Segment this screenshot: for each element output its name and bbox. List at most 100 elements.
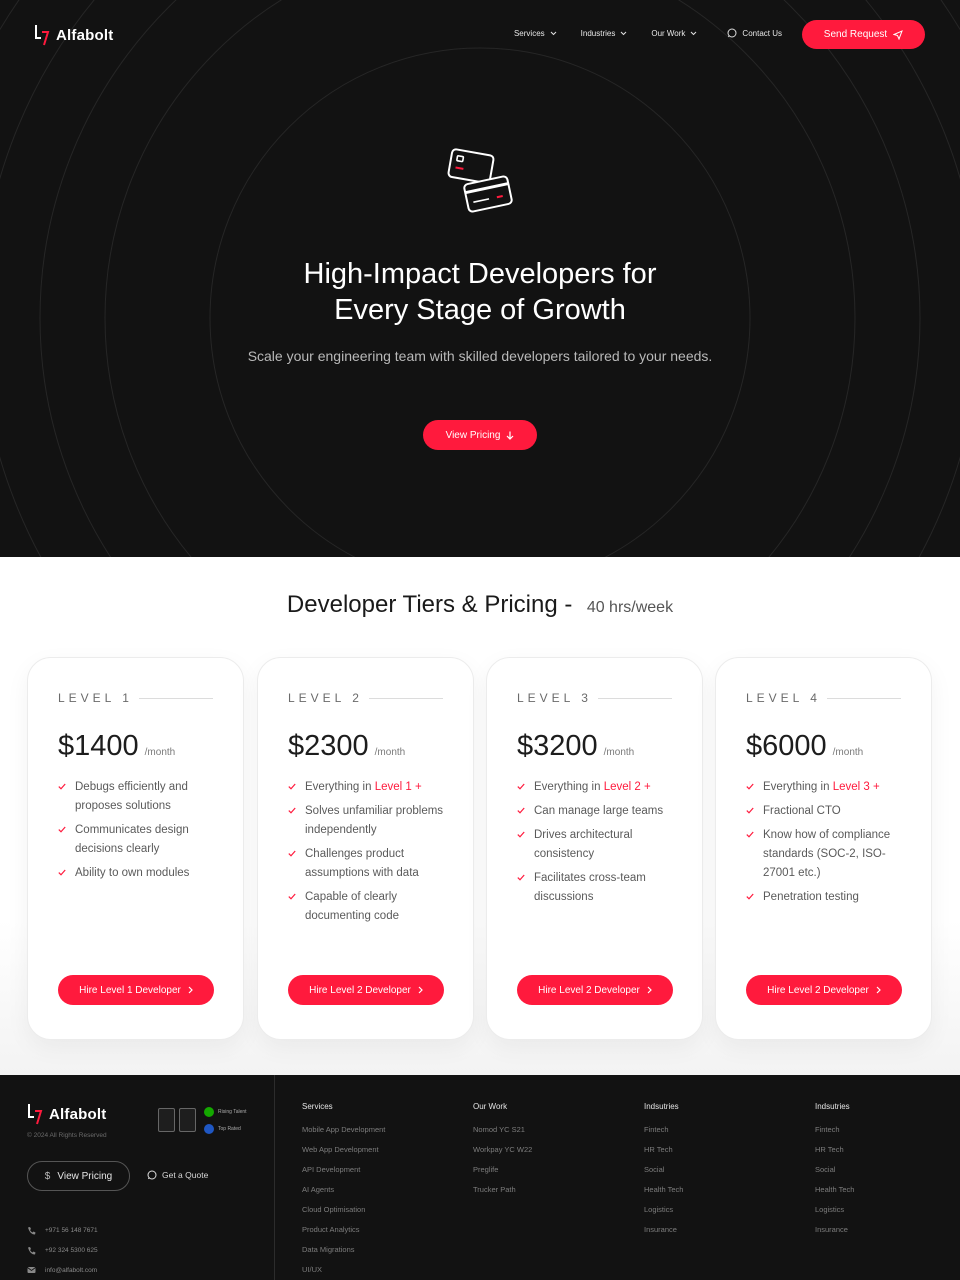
rating-label: Top Rated xyxy=(218,1126,241,1132)
footer-link[interactable]: Logistics xyxy=(815,1205,854,1225)
footer-column-title: Indsutries xyxy=(815,1102,850,1111)
check-icon xyxy=(746,831,754,838)
level-divider xyxy=(368,697,443,699)
logo-mark-icon xyxy=(35,25,50,46)
footer-link[interactable]: Fintech xyxy=(644,1125,683,1145)
platform-ratings: Rising Talent Top Rated xyxy=(204,1107,247,1141)
feature-item: Drives architectural consistency xyxy=(517,826,677,864)
footer-link[interactable]: API Development xyxy=(302,1165,385,1185)
footer-link[interactable]: Preglife xyxy=(473,1165,532,1185)
footer-view-pricing-button[interactable]: $ View Pricing xyxy=(27,1161,130,1191)
get-a-quote-link[interactable]: Get a Quote xyxy=(147,1170,208,1180)
footer-link[interactable]: Health Tech xyxy=(815,1185,854,1205)
footer-copyright: © 2024 All Rights Reserved xyxy=(27,1132,107,1139)
hire-developer-button[interactable]: Hire Level 2 Developer xyxy=(288,975,444,1005)
footer-link[interactable]: Trucker Path xyxy=(473,1185,532,1205)
top-nav: Alfabolt Services Industries Our Work Co… xyxy=(0,0,960,70)
contact-phone-2[interactable]: +92 324 5300 625 xyxy=(27,1245,98,1255)
footer-column-4: Indsutries Fintech HR Tech Social Health Tec… xyxy=(815,1102,854,1245)
footer-link[interactable]: HR Tech xyxy=(815,1145,854,1165)
feature-highlight: Level 1 + xyxy=(374,781,422,793)
check-icon xyxy=(517,874,525,881)
check-icon xyxy=(288,850,296,857)
footer-link[interactable]: Workpay YC W22 xyxy=(473,1145,532,1165)
price-unit: /month xyxy=(603,747,635,758)
nav-item-our-work[interactable]: Our Work xyxy=(651,29,697,38)
nav-item-label: Services xyxy=(513,28,545,38)
footer-contacts: +971 56 148 7671 +92 324 5300 625 info@a… xyxy=(27,1225,98,1280)
footer-divider xyxy=(274,1075,275,1280)
footer-link[interactable]: AI Agents xyxy=(302,1185,385,1205)
footer-link[interactable]: Nomod YC S21 xyxy=(473,1125,532,1145)
feature-highlight: Level 2 + xyxy=(603,781,651,793)
check-icon xyxy=(288,807,296,814)
contact-email[interactable]: info@alfabolt.com xyxy=(27,1265,98,1275)
footer-link[interactable]: UI/UX xyxy=(302,1265,385,1280)
check-icon xyxy=(58,826,66,833)
arrow-down-icon xyxy=(506,431,514,440)
award-badge-icon xyxy=(179,1108,196,1132)
footer-link[interactable]: Fintech xyxy=(815,1125,854,1145)
feature-prefix: Everything in xyxy=(763,781,833,793)
hire-developer-button[interactable]: Hire Level 2 Developer xyxy=(746,975,902,1005)
nav-item-services[interactable]: Services xyxy=(514,29,557,38)
contact-phone-1[interactable]: +971 56 148 7671 xyxy=(27,1225,98,1235)
phone-icon xyxy=(28,1246,36,1254)
footer-link[interactable]: Web App Development xyxy=(302,1145,385,1165)
footer-link[interactable]: Insurance xyxy=(815,1225,854,1245)
price-value: $1400 xyxy=(58,730,139,762)
footer-column-2: Our Work Nomod YC S21 Workpay YC W22 Pregli… xyxy=(473,1102,532,1205)
footer-column-title: Services xyxy=(302,1102,333,1111)
pricing-card-level-1: LEVEL 1 $1400/month Debugs efficiently and… xyxy=(27,657,244,1040)
footer-link[interactable]: Product Analytics xyxy=(302,1225,385,1245)
nav-item-industries[interactable]: Industries xyxy=(581,29,628,38)
feature-text: Know how of compliance standards (SOC-2,… xyxy=(763,829,891,879)
tier-price: $6000/month xyxy=(746,730,863,763)
footer-link[interactable]: Cloud Optimisation xyxy=(302,1205,385,1225)
footer-link[interactable]: Insurance xyxy=(644,1225,683,1245)
footer-link[interactable]: Health Tech xyxy=(644,1185,683,1205)
feature-text: Ability to own modules xyxy=(75,867,190,879)
feature-item: Challenges product assumptions with data xyxy=(288,845,448,883)
footer-link[interactable]: Data Migrations xyxy=(302,1245,385,1265)
feature-item: Solves unfamiliar problems independently xyxy=(288,802,448,840)
view-pricing-button[interactable]: View Pricing xyxy=(423,420,537,450)
nav-item-label: Our Work xyxy=(651,28,686,38)
check-icon xyxy=(58,869,66,876)
rising-talent-icon xyxy=(204,1107,214,1117)
feature-text: Facilitates cross-team discussions xyxy=(534,872,646,903)
hire-button-label: Hire Level 2 Developer xyxy=(767,984,869,996)
footer-link[interactable]: Social xyxy=(815,1165,854,1185)
contact-us-label: Contact Us xyxy=(742,28,782,38)
contact-text: info@alfabolt.com xyxy=(45,1266,98,1274)
footer-link[interactable]: HR Tech xyxy=(644,1145,683,1165)
footer-column-3: Indsutries Fintech HR Tech Social Health Tec… xyxy=(644,1102,683,1245)
hire-developer-button[interactable]: Hire Level 2 Developer xyxy=(517,975,673,1005)
mail-icon xyxy=(27,1267,36,1273)
contact-us-link[interactable]: Contact Us xyxy=(727,28,782,38)
hire-button-label: Hire Level 2 Developer xyxy=(309,984,411,996)
feature-item: Capable of clearly documenting code xyxy=(288,888,448,926)
feature-item: Can manage large teams xyxy=(517,802,677,821)
hire-button-label: Hire Level 1 Developer xyxy=(79,984,181,996)
footer: Alfabolt © 2024 All Rights Reserved Risi… xyxy=(0,1075,960,1280)
brand-name: Alfabolt xyxy=(56,26,114,44)
phone-icon xyxy=(28,1226,36,1234)
brand-logo[interactable]: Alfabolt xyxy=(34,24,113,46)
footer-link[interactable]: Logistics xyxy=(644,1205,683,1225)
feature-item: Everything in Level 1 + xyxy=(288,778,448,797)
feature-item: Penetration testing xyxy=(746,888,906,907)
chevron-right-icon xyxy=(876,986,881,994)
feature-item: Ability to own modules xyxy=(58,864,218,883)
footer-view-pricing-label: View Pricing xyxy=(57,1170,113,1182)
check-icon xyxy=(517,831,525,838)
check-icon xyxy=(288,893,296,900)
footer-link[interactable]: Social xyxy=(644,1165,683,1185)
check-icon xyxy=(746,807,754,814)
pricing-heading: Developer Tiers & Pricing - 40 hrs/week xyxy=(0,591,960,619)
footer-link[interactable]: Mobile App Development xyxy=(302,1125,385,1145)
footer-logo[interactable]: Alfabolt xyxy=(27,1103,106,1125)
send-request-button[interactable]: Send Request xyxy=(802,20,925,49)
hire-developer-button[interactable]: Hire Level 1 Developer xyxy=(58,975,214,1005)
whatsapp-icon xyxy=(727,28,737,38)
